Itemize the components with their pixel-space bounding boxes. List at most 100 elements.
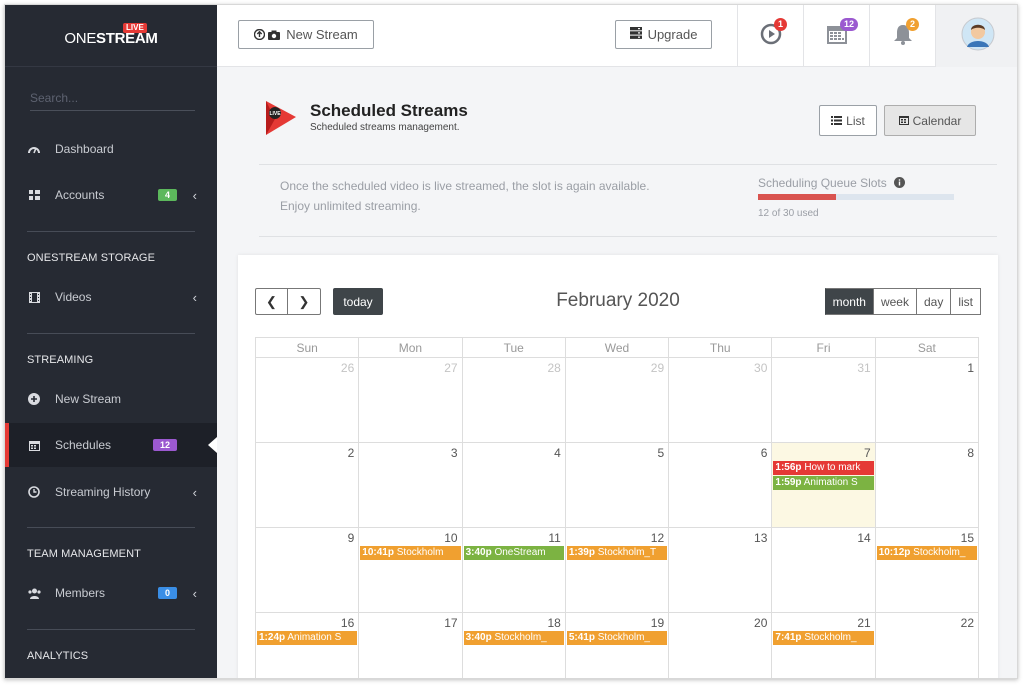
- day-cell[interactable]: 29: [564, 357, 670, 443]
- day-number[interactable]: 8: [876, 443, 978, 461]
- day-number[interactable]: 11: [463, 528, 565, 546]
- sidebar-item-label: Streaming History: [55, 485, 151, 499]
- day-number[interactable]: 7: [772, 443, 874, 461]
- notifications-button[interactable]: 2: [869, 5, 935, 67]
- calendar-event[interactable]: 1:59p Animation S: [773, 476, 874, 490]
- user-menu-button[interactable]: [935, 5, 1017, 67]
- brand-logo[interactable]: LIVE ONESTREAM: [5, 5, 217, 67]
- day-number[interactable]: 4: [463, 443, 565, 461]
- day-number[interactable]: 27: [359, 358, 461, 376]
- day-cell[interactable]: 12 1:39p Stockholm_T: [564, 527, 670, 613]
- calendar-event[interactable]: 3:40p OneStream: [463, 546, 564, 560]
- day-cell[interactable]: 26: [254, 357, 360, 443]
- info-circle-icon[interactable]: [894, 177, 906, 191]
- day-cell[interactable]: 22: [874, 612, 980, 678]
- calendar-event[interactable]: 10:41p Stockholm: [360, 546, 461, 560]
- day-cell[interactable]: 13: [668, 527, 773, 613]
- day-cell[interactable]: 1: [874, 357, 980, 443]
- day-number[interactable]: 26: [256, 358, 358, 376]
- sidebar-item-videos[interactable]: Videos ‹: [5, 275, 217, 319]
- day-cell[interactable]: 5: [564, 442, 670, 528]
- day-number[interactable]: 19: [566, 613, 668, 631]
- sidebar-item-accounts[interactable]: Accounts 4 ‹: [5, 173, 217, 217]
- calendar-event[interactable]: 1:24p Animation S: [257, 631, 358, 645]
- day-number[interactable]: 9: [256, 528, 358, 546]
- calendar-event[interactable]: 7:41p Stockholm_: [773, 631, 874, 645]
- weekday-header: Fri: [771, 337, 876, 358]
- weekday-header: Sat: [874, 337, 980, 358]
- day-number[interactable]: 15: [876, 528, 978, 546]
- sidebar-item-dashboard[interactable]: Dashboard: [5, 127, 217, 171]
- day-cell[interactable]: 7 1:56p How to mark 1:59p Animation S: [771, 442, 876, 528]
- day-number[interactable]: 2: [256, 443, 358, 461]
- calendar-event[interactable]: 3:40p Stockholm_: [463, 631, 564, 645]
- day-cell[interactable]: 17: [358, 612, 463, 678]
- chevron-left-icon: ‹: [192, 484, 197, 500]
- day-cell[interactable]: 10 10:41p Stockholm: [358, 527, 463, 613]
- upgrade-button[interactable]: Upgrade: [615, 20, 712, 49]
- clock-icon: [27, 485, 41, 499]
- day-cell[interactable]: 6: [668, 442, 773, 528]
- day-number[interactable]: 28: [463, 358, 565, 376]
- day-cell[interactable]: 19 5:41p Stockholm_: [564, 612, 670, 678]
- day-number[interactable]: 10: [359, 528, 461, 546]
- sidebar-item-members[interactable]: Members 0 ‹: [5, 571, 217, 615]
- day-cell[interactable]: 3: [358, 442, 463, 528]
- calendar-event[interactable]: 10:12p Stockholm_: [876, 546, 977, 560]
- day-number[interactable]: 30: [669, 358, 771, 376]
- event-title: Stockholm_: [494, 632, 547, 643]
- day-cell[interactable]: 2: [254, 442, 360, 528]
- day-cell[interactable]: 20: [668, 612, 773, 678]
- sidebar-item-streaming-history[interactable]: Streaming History ‹: [5, 470, 217, 514]
- day-cell[interactable]: 8: [874, 442, 980, 528]
- sidebar-item-new-stream[interactable]: New Stream: [5, 377, 217, 421]
- sidebar-divider: [27, 527, 195, 528]
- week-view-button[interactable]: week: [873, 288, 917, 315]
- calendar-event[interactable]: 1:56p How to mark: [773, 461, 874, 475]
- calendar-notifications-button[interactable]: 12: [803, 5, 869, 67]
- day-cell[interactable]: 14: [771, 527, 876, 613]
- day-cell[interactable]: 15 10:12p Stockholm_: [874, 527, 980, 613]
- day-cell[interactable]: 30: [668, 357, 773, 443]
- members-count-badge: 0: [157, 587, 177, 599]
- day-cell[interactable]: 11 3:40p OneStream: [461, 527, 566, 613]
- day-number[interactable]: 5: [566, 443, 668, 461]
- list-view-button[interactable]: List: [819, 105, 877, 136]
- sidebar-item-schedules[interactable]: Schedules 12: [5, 423, 217, 467]
- day-number[interactable]: 13: [669, 528, 771, 546]
- day-number[interactable]: 3: [359, 443, 461, 461]
- month-view-button[interactable]: month: [824, 288, 874, 315]
- day-number[interactable]: 14: [772, 528, 874, 546]
- day-cell[interactable]: 4: [461, 442, 566, 528]
- day-number[interactable]: 31: [772, 358, 874, 376]
- new-stream-button[interactable]: New Stream: [238, 20, 374, 49]
- day-number[interactable]: 18: [463, 613, 565, 631]
- day-number[interactable]: 20: [669, 613, 771, 631]
- day-number[interactable]: 1: [876, 358, 978, 376]
- day-number[interactable]: 12: [566, 528, 668, 546]
- calendar-view-button[interactable]: Calendar: [884, 105, 976, 136]
- list-view-button-cal[interactable]: list: [951, 288, 981, 315]
- stream-notifications-button[interactable]: 1: [737, 5, 803, 67]
- calendar-event[interactable]: 1:39p Stockholm_T: [566, 546, 668, 560]
- day-cell[interactable]: 31: [771, 357, 876, 443]
- day-cell[interactable]: 16 1:24p Animation S: [254, 612, 360, 678]
- day-number[interactable]: 22: [876, 613, 978, 631]
- day-number[interactable]: 16: [256, 613, 358, 631]
- upgrade-label: Upgrade: [647, 27, 698, 42]
- day-number[interactable]: 6: [669, 443, 771, 461]
- day-cell[interactable]: 9: [254, 527, 360, 613]
- day-cell[interactable]: 27: [358, 357, 463, 443]
- calendar-event[interactable]: 5:41p Stockholm_: [566, 631, 668, 645]
- day-number[interactable]: 29: [566, 358, 668, 376]
- day-cell[interactable]: 21 7:41p Stockholm_: [771, 612, 876, 678]
- sidebar-search-input[interactable]: Search...: [30, 85, 195, 111]
- day-number[interactable]: 17: [359, 613, 461, 631]
- day-number[interactable]: 21: [772, 613, 874, 631]
- day-cell[interactable]: 18 3:40p Stockholm_: [461, 612, 566, 678]
- day-view-button[interactable]: day: [916, 288, 952, 315]
- day-cell[interactable]: 28: [461, 357, 566, 443]
- calendar-count-badge: 12: [840, 18, 859, 31]
- chevron-left-icon: ‹: [192, 289, 197, 305]
- event-time: 1:24p: [259, 632, 286, 643]
